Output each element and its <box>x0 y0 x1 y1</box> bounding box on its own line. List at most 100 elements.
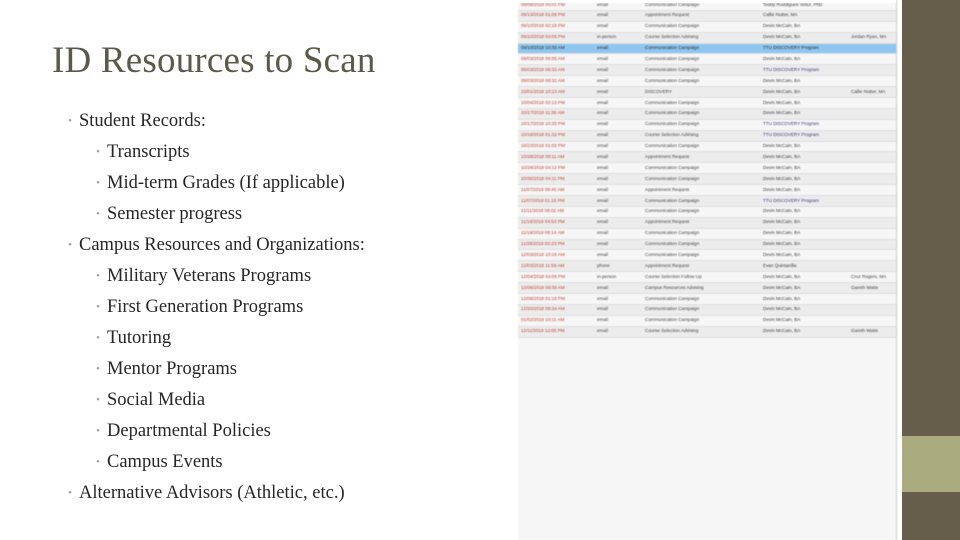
table-cell-advisor: Devin McCain, BA <box>760 21 848 33</box>
table-cell-type: email <box>594 173 642 186</box>
table-row[interactable]: 12/06/2018 09:36 AM email Campus Resources… <box>518 282 896 295</box>
table-cell-date: 09/03/2018 08:32 AM <box>518 75 594 88</box>
table-cell-type: email <box>594 206 642 218</box>
table-row[interactable]: 11/26/2018 02:23 PM email Communication Ca… <box>518 239 896 251</box>
table-cell-advisor: Devin McCain, BA <box>760 32 848 44</box>
table-cell-extra <box>848 173 896 186</box>
table-row[interactable]: 09/10/2018 10:35 AM email Communication Ca… <box>518 43 896 55</box>
bullet-label: Tutoring <box>107 328 172 348</box>
table-cell-advisor: TTU DISCOVERY Program <box>760 43 848 55</box>
table-cell-extra <box>848 108 896 120</box>
table-row[interactable]: 09/13/2018 01:08 PM email Appointment Requ… <box>518 10 896 22</box>
table-row[interactable]: 09/03/2018 08:32 AM email Communication Ca… <box>518 64 896 77</box>
table-cell-reason: Communication Campaign <box>642 304 760 316</box>
table-row[interactable]: 10/30/2018 04:11 PM email Communication Ca… <box>518 173 896 186</box>
table-cell-reason: Course Selection Advising <box>642 32 760 44</box>
table-row[interactable]: 11/07/2018 08:45 AM email Appointment Requ… <box>518 184 896 197</box>
table-cell-reason: Appointment Request <box>642 217 760 229</box>
table-row[interactable]: 11/18/2018 08:14 AM email Communication Ca… <box>518 228 896 240</box>
table-cell-date: 09/10/2018 02:18 PM <box>518 21 594 33</box>
table-cell-extra <box>848 141 896 153</box>
table-cell-type: email <box>594 64 642 77</box>
table-row[interactable]: 11/11/2018 08:02 AM email Communication Ca… <box>518 206 896 218</box>
bullet-marker-icon: • <box>68 239 72 251</box>
table-cell-extra <box>848 206 896 218</box>
table-cell-extra <box>848 239 896 251</box>
table-cell-extra <box>848 184 896 197</box>
table-cell-advisor: Devin McCain, BA <box>760 239 848 251</box>
table-cell-date: 09/03/2018 08:05 AM <box>518 53 594 66</box>
table-cell-extra: Cruz Rogers, MA <box>848 271 896 284</box>
table-cell-date: 11/16/2018 04:53 PM <box>518 217 594 229</box>
table-cell-type: email <box>594 315 642 327</box>
table-row[interactable]: 10/28/2018 04:12 PM email Communication Ca… <box>518 162 896 175</box>
table-cell-extra <box>848 228 896 240</box>
table-row[interactable]: 09/10/2018 02:18 PM email Communication Ca… <box>518 21 896 33</box>
table-cell-type: email <box>594 249 642 262</box>
table-cell-advisor: Devin McCain, BA <box>760 75 848 88</box>
bullet-marker-icon: • <box>96 146 100 158</box>
bullet-item: • Social Media <box>52 385 502 416</box>
bullet-item: • Campus Events <box>52 447 502 478</box>
table-cell-reason: Communication Campaign <box>642 195 760 207</box>
bullet-marker-icon: • <box>96 270 100 282</box>
table-cell-type: in-person <box>594 32 642 44</box>
table-cell-advisor: Devin McCain, BA <box>760 151 848 164</box>
table-cell-extra <box>848 162 896 175</box>
table-row[interactable]: 10/23/2018 01:02 PM email Communication Ca… <box>518 141 896 153</box>
table-row[interactable]: 12/08/2018 01:18 PM email Communication Ca… <box>518 293 896 305</box>
table-cell-date: 12/03/2018 10:16 AM <box>518 249 594 262</box>
table-cell-extra <box>848 249 896 262</box>
table-row[interactable]: 09/03/2018 08:05 AM email Communication Ca… <box>518 53 896 66</box>
table-row[interactable]: 12/11/2018 12:05 PM email Course Selection… <box>518 326 896 338</box>
table-cell-extra <box>848 97 896 109</box>
table-cell-advisor: Devin McCain, BA <box>760 97 848 109</box>
table-row[interactable]: 12/04/2018 04:06 PM in-person Course Selec… <box>518 271 896 284</box>
table-cell-reason: Communication Campaign <box>642 162 760 175</box>
table-cell-advisor: Evan Quintanilla <box>760 260 848 273</box>
screenshot-top-crop <box>518 0 896 3</box>
table-cell-date: 12/06/2018 09:36 AM <box>518 282 594 295</box>
table-cell-date: 10/28/2018 04:12 PM <box>518 162 594 175</box>
table-cell-date: 10/04/2018 02:13 PM <box>518 97 594 109</box>
table-cell-advisor: Devin McCain, BA <box>760 184 848 197</box>
table-cell-advisor: Devin McCain, BA <box>760 217 848 229</box>
bullet-marker-icon: • <box>96 177 100 189</box>
table-row[interactable]: 01/02/2019 10:11 AM email Communication Ca… <box>518 315 896 327</box>
table-row[interactable]: 10/04/2018 02:13 PM email Communication Ca… <box>518 97 896 109</box>
table-row[interactable]: 12/03/2018 11:58 AM phone Appointment Requ… <box>518 260 896 273</box>
table-cell-type: email <box>594 217 642 229</box>
table-row[interactable]: 11/16/2018 04:53 PM email Appointment Requ… <box>518 217 896 229</box>
table-cell-advisor: Devin McCain, BA <box>760 315 848 327</box>
table-cell-advisor: Devin McCain, BA <box>760 304 848 316</box>
table-row[interactable]: 12/03/2018 10:16 AM email Communication Ca… <box>518 249 896 262</box>
table-cell-advisor: Devin McCain, BA <box>760 228 848 240</box>
table-cell-reason: Communication Campaign <box>642 64 760 77</box>
table-cell-reason: Communication Campaign <box>642 293 760 305</box>
table-row[interactable]: 10/01/2018 10:13 AM email DISCOVERY Devin M… <box>518 86 896 99</box>
table-row[interactable]: 09/03/2018 08:32 AM email Communication Ca… <box>518 75 896 88</box>
table-cell-date: 12/11/2018 12:05 PM <box>518 326 594 338</box>
activity-table: 09/08/2018 04:01 PM email Communication Ca… <box>518 0 896 338</box>
table-cell-reason: Communication Campaign <box>642 75 760 88</box>
table-cell-type: email <box>594 293 642 305</box>
table-cell-date: 11/18/2018 08:14 AM <box>518 228 594 240</box>
table-cell-date: 11/11/2018 08:02 AM <box>518 206 594 218</box>
table-row[interactable]: 10/17/2018 11:36 AM email Communication Ca… <box>518 108 896 120</box>
table-cell-advisor: Devin McCain, BA <box>760 249 848 262</box>
table-cell-type: email <box>594 282 642 295</box>
table-row[interactable]: 12/20/2018 08:34 AM email Communication Ca… <box>518 304 896 316</box>
table-cell-reason: Communication Campaign <box>642 141 760 153</box>
table-cell-advisor: Devin McCain, BA <box>760 326 848 338</box>
bullet-label: Social Media <box>107 390 206 410</box>
table-cell-reason: Communication Campaign <box>642 228 760 240</box>
table-row[interactable]: 11/07/2018 01:15 PM email Communication Ca… <box>518 195 896 207</box>
table-row[interactable]: 10/18/2018 01:32 PM email Course Selection… <box>518 130 896 142</box>
table-row[interactable]: 10/28/2018 08:11 AM email Appointment Requ… <box>518 151 896 164</box>
table-row[interactable]: 10/17/2018 10:35 PM email Communication Ca… <box>518 119 896 131</box>
table-cell-extra <box>848 217 896 229</box>
table-cell-extra: Gareth Watts <box>848 326 896 338</box>
table-cell-date: 10/17/2018 11:36 AM <box>518 108 594 120</box>
table-cell-reason: Communication Campaign <box>642 239 760 251</box>
table-row[interactable]: 09/10/2018 04:05 PM in-person Course Selec… <box>518 32 896 44</box>
